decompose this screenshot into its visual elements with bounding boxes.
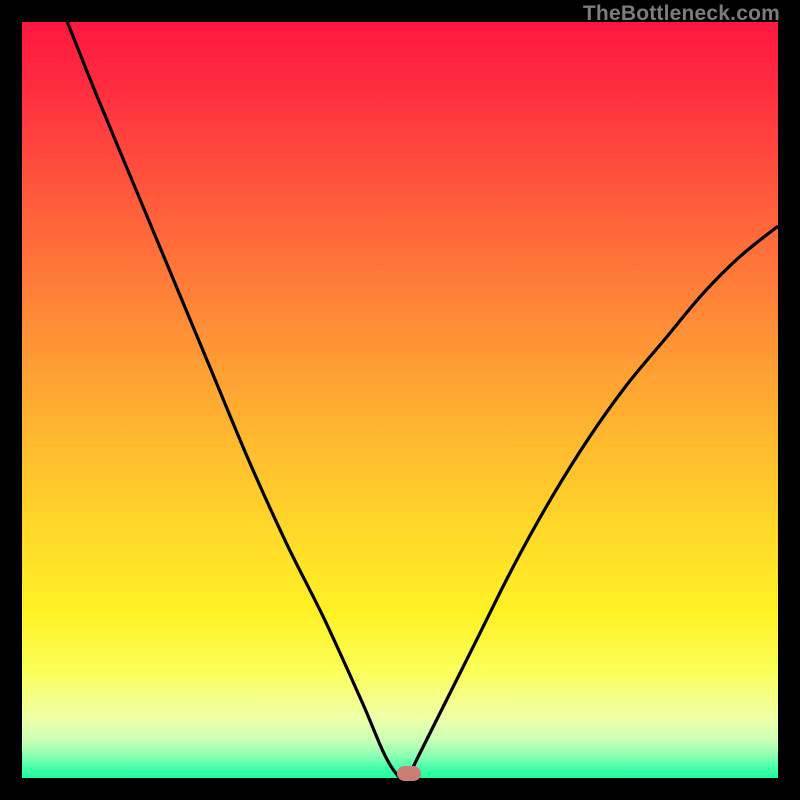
curve-path bbox=[67, 22, 778, 780]
minimum-marker bbox=[397, 766, 421, 781]
chart-frame: TheBottleneck.com bbox=[0, 0, 800, 800]
bottleneck-curve bbox=[22, 22, 778, 778]
